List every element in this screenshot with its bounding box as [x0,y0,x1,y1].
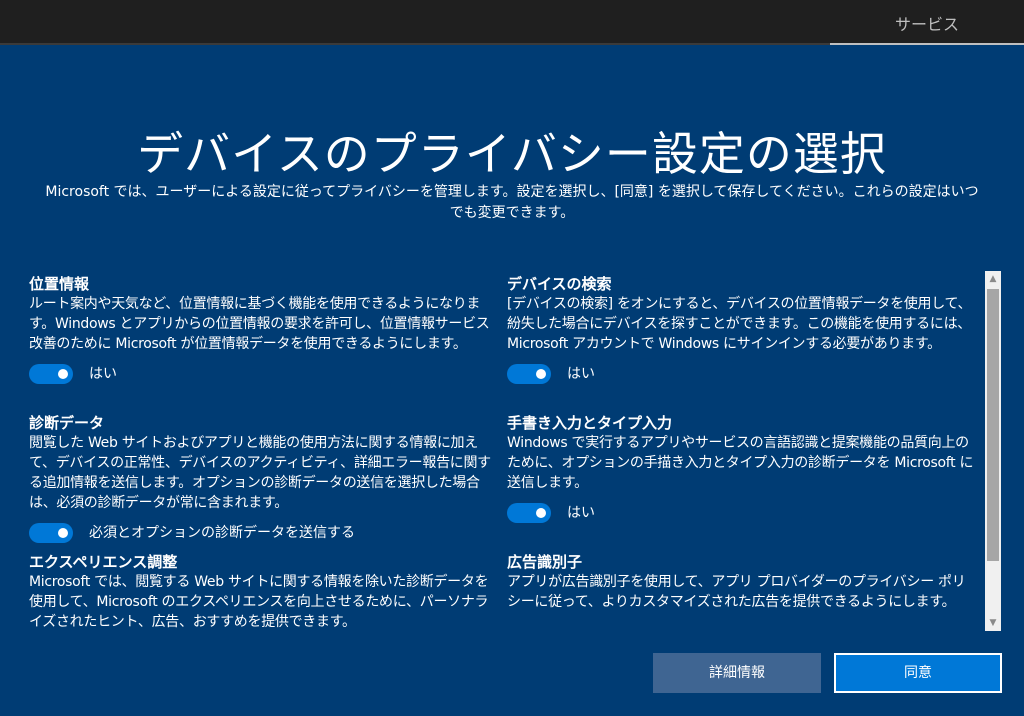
diagnostics-toggle[interactable] [29,523,73,543]
toggle-knob [58,528,68,538]
page-subtitle: Microsoft では、ユーザーによる設定に従ってプライバシーを管理します。設… [45,184,979,221]
advertising-description: アプリが広告識別子を使用して、アプリ プロバイダーのプライバシー ポリシーに従っ… [507,574,966,610]
inking-description: Windows で実行するアプリやサービスの言語認識と提案機能の品質向上のために… [507,435,974,491]
find-device-title: デバイスの検索 [507,275,612,293]
learn-more-button[interactable]: 詳細情報 [653,653,821,693]
diagnostics-toggle-label: 必須とオプションの診断データを送信する [89,525,355,541]
diagnostics-title: 診断データ [29,414,105,432]
settings-panel: 位置情報 ルート案内や天気など、位置情報に基づく機能を使用できるようになります。… [29,268,984,632]
toggle-knob [536,369,546,379]
page-title: デバイスのプライバシー設定の選択 [137,127,887,181]
scroll-thumb[interactable] [987,289,999,561]
inking-toggle-label: はい [567,505,595,521]
diagnostics-description: 閲覧した Web サイトおよびアプリと機能の使用方法に関する情報に加えて、デバイ… [29,435,491,511]
advertising-title: 広告識別子 [507,553,583,571]
find-device-toggle-label: はい [567,366,595,382]
settings-scrollbar[interactable]: ▲ ▼ [985,271,1001,631]
services-tab-label: サービス [894,15,959,34]
scroll-down-icon[interactable]: ▼ [985,615,1001,631]
find-device-toggle-row: はい [507,362,975,386]
toggle-knob [536,508,546,518]
inking-toggle-row: はい [507,501,975,525]
diagnostics-toggle-row: 必須とオプションの診断データを送信する [29,521,497,545]
find-device-toggle[interactable] [507,364,551,384]
inking-section: 手書き入力とタイプ入力 Windows で実行するアプリやサービスの言語認識と提… [507,413,975,525]
find-device-description: [デバイスの検索] をオンにすると、デバイスの位置情報データを使用して、紛失した… [507,296,972,352]
location-section: 位置情報 ルート案内や天気など、位置情報に基づく機能を使用できるようになります。… [29,274,497,386]
diagnostics-section: 診断データ 閲覧した Web サイトおよびアプリと機能の使用方法に関する情報に加… [29,413,497,545]
scroll-up-icon[interactable]: ▲ [985,271,1001,287]
location-toggle[interactable] [29,364,73,384]
inking-title: 手書き入力とタイプ入力 [507,414,673,432]
location-toggle-row: はい [29,362,497,386]
tailored-description: Microsoft では、閲覧する Web サイトに関する情報を除いた診断データ… [29,574,489,630]
find-device-section: デバイスの検索 [デバイスの検索] をオンにすると、デバイスの位置情報データを使… [507,274,975,386]
advertising-section: 広告識別子 アプリが広告識別子を使用して、アプリ プロバイダーのプライバシー ポ… [507,552,975,612]
location-title: 位置情報 [29,275,90,293]
inking-toggle[interactable] [507,503,551,523]
location-toggle-label: はい [89,366,117,382]
services-tab-indicator [830,43,1024,45]
location-description: ルート案内や天気など、位置情報に基づく機能を使用できるようになります。Windo… [29,296,490,352]
tailored-section: エクスペリエンス調整 Microsoft では、閲覧する Web サイトに関する… [29,552,497,632]
toggle-knob [58,369,68,379]
tailored-title: エクスペリエンス調整 [29,553,178,571]
services-tab[interactable]: サービス [830,0,1024,45]
accept-button[interactable]: 同意 [834,653,1002,693]
